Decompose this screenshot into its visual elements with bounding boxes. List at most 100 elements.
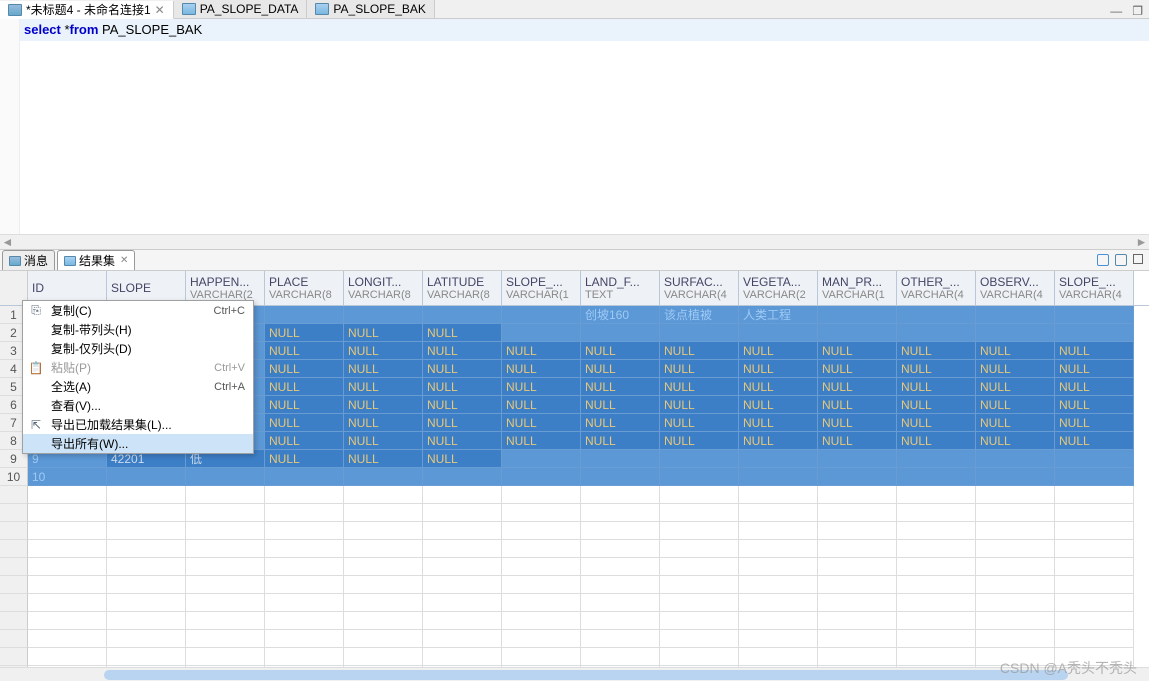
grid-cell[interactable]: NULL bbox=[265, 342, 344, 360]
column-header[interactable]: LAND_F...TEXT bbox=[581, 271, 660, 305]
grid-cell[interactable]: 10 bbox=[28, 468, 107, 486]
result-tab-resultset[interactable]: 结果集 ✕ bbox=[57, 250, 135, 270]
grid-cell[interactable] bbox=[502, 306, 581, 324]
grid-cell[interactable]: NULL bbox=[423, 360, 502, 378]
editor-tab-slope-data[interactable]: PA_SLOPE_DATA bbox=[174, 0, 308, 18]
table-row[interactable] bbox=[0, 504, 1149, 522]
column-header[interactable]: OBSERV...VARCHAR(4 bbox=[976, 271, 1055, 305]
column-header[interactable]: OTHER_...VARCHAR(4 bbox=[897, 271, 976, 305]
grid-cell[interactable]: NULL bbox=[739, 396, 818, 414]
minimize-icon[interactable]: — bbox=[1110, 4, 1122, 18]
grid-cell[interactable]: NULL bbox=[265, 432, 344, 450]
sql-line-1[interactable]: select *from PA_SLOPE_BAK bbox=[0, 19, 1149, 41]
grid-cell[interactable] bbox=[423, 306, 502, 324]
grid-cell[interactable]: NULL bbox=[423, 432, 502, 450]
scroll-left-icon[interactable]: ◄ bbox=[0, 236, 15, 249]
close-icon[interactable]: ✕ bbox=[120, 255, 128, 266]
editor-tab-slope-bak[interactable]: PA_SLOPE_BAK bbox=[307, 0, 435, 18]
grid-cell[interactable]: NULL bbox=[897, 378, 976, 396]
grid-cell[interactable]: NULL bbox=[660, 360, 739, 378]
grid-cell[interactable]: NULL bbox=[660, 342, 739, 360]
row-number[interactable] bbox=[0, 630, 28, 648]
grid-cell[interactable]: NULL bbox=[1055, 396, 1134, 414]
grid-cell[interactable]: NULL bbox=[502, 342, 581, 360]
menu-item-a[interactable]: 全选(A)Ctrl+A bbox=[23, 377, 253, 396]
grid-cell[interactable]: NULL bbox=[344, 396, 423, 414]
grid-cell[interactable]: NULL bbox=[897, 360, 976, 378]
grid-cell[interactable] bbox=[1055, 306, 1134, 324]
grid-cell[interactable]: NULL bbox=[581, 396, 660, 414]
grid-cell[interactable]: NULL bbox=[1055, 342, 1134, 360]
grid-cell[interactable] bbox=[660, 324, 739, 342]
grid-cell[interactable]: NULL bbox=[818, 432, 897, 450]
column-header[interactable]: LATITUDEVARCHAR(8 bbox=[423, 271, 502, 305]
editor-scrollbar-h[interactable]: ◄ ► bbox=[0, 234, 1149, 249]
table-row[interactable]: 1010 bbox=[0, 468, 1149, 486]
menu-item-d[interactable]: 复制-仅列头(D) bbox=[23, 339, 253, 358]
grid-cell[interactable]: NULL bbox=[344, 324, 423, 342]
swap-icon[interactable] bbox=[1097, 254, 1109, 266]
grid-cell[interactable]: NULL bbox=[818, 414, 897, 432]
grid-cell[interactable]: NULL bbox=[739, 432, 818, 450]
grid-cell[interactable] bbox=[818, 306, 897, 324]
result-tab-messages[interactable]: 消息 bbox=[2, 250, 55, 270]
grid-cell[interactable]: NULL bbox=[502, 378, 581, 396]
grid-cell[interactable] bbox=[897, 468, 976, 486]
grid-cell[interactable] bbox=[502, 324, 581, 342]
grid-cell[interactable]: 人类工程 bbox=[739, 306, 818, 324]
row-number[interactable] bbox=[0, 558, 28, 576]
grid-cell[interactable]: NULL bbox=[344, 450, 423, 468]
grid-cell[interactable] bbox=[818, 324, 897, 342]
grid-cell[interactable]: NULL bbox=[739, 414, 818, 432]
grid-cell[interactable]: NULL bbox=[660, 432, 739, 450]
table-row[interactable] bbox=[0, 630, 1149, 648]
grid-cell[interactable]: NULL bbox=[502, 360, 581, 378]
grid-cell[interactable] bbox=[976, 306, 1055, 324]
row-number[interactable] bbox=[0, 612, 28, 630]
grid-cell[interactable]: NULL bbox=[976, 396, 1055, 414]
grid-cell[interactable]: 创坡160 bbox=[581, 306, 660, 324]
grid-cell[interactable]: NULL bbox=[739, 342, 818, 360]
grid-cell[interactable]: NULL bbox=[1055, 360, 1134, 378]
grid-cell[interactable]: NULL bbox=[423, 378, 502, 396]
grid-cell[interactable]: NULL bbox=[502, 396, 581, 414]
grid-cell[interactable]: NULL bbox=[581, 360, 660, 378]
table-row[interactable] bbox=[0, 540, 1149, 558]
row-number[interactable] bbox=[0, 486, 28, 504]
grid-cell[interactable] bbox=[818, 468, 897, 486]
grid-cell[interactable]: NULL bbox=[265, 324, 344, 342]
pin-icon[interactable] bbox=[1115, 254, 1127, 266]
table-row[interactable] bbox=[0, 486, 1149, 504]
grid-cell[interactable]: NULL bbox=[423, 342, 502, 360]
sql-editor[interactable]: select *from PA_SLOPE_BAK ◄ ► bbox=[0, 19, 1149, 249]
column-header[interactable]: LONGIT...VARCHAR(8 bbox=[344, 271, 423, 305]
menu-item-v[interactable]: 查看(V)... bbox=[23, 396, 253, 415]
row-number[interactable] bbox=[0, 540, 28, 558]
grid-cell[interactable] bbox=[581, 324, 660, 342]
close-icon[interactable]: ✕ bbox=[155, 5, 165, 15]
grid-cell[interactable] bbox=[976, 324, 1055, 342]
grid-cell[interactable]: NULL bbox=[897, 396, 976, 414]
grid-cell[interactable]: NULL bbox=[423, 414, 502, 432]
grid-cell[interactable]: NULL bbox=[976, 414, 1055, 432]
grid-cell[interactable]: NULL bbox=[344, 342, 423, 360]
grid-cell[interactable]: NULL bbox=[739, 360, 818, 378]
maximize-icon[interactable]: ❐ bbox=[1132, 4, 1143, 18]
grid-cell[interactable]: NULL bbox=[581, 342, 660, 360]
grid-cell[interactable]: NULL bbox=[581, 414, 660, 432]
grid-cell[interactable]: NULL bbox=[423, 396, 502, 414]
grid-cell[interactable] bbox=[1055, 450, 1134, 468]
grid-cell[interactable]: NULL bbox=[502, 414, 581, 432]
grid-cell[interactable] bbox=[1055, 468, 1134, 486]
grid-cell[interactable]: NULL bbox=[581, 432, 660, 450]
grid-cell[interactable] bbox=[186, 468, 265, 486]
grid-cell[interactable] bbox=[265, 306, 344, 324]
grid-cell[interactable]: NULL bbox=[818, 396, 897, 414]
editor-tab-untitled[interactable]: *未标题4 - 未命名连接1 ✕ bbox=[0, 1, 174, 19]
column-header[interactable]: MAN_PR...VARCHAR(1 bbox=[818, 271, 897, 305]
grid-cell[interactable]: NULL bbox=[1055, 378, 1134, 396]
grid-cell[interactable] bbox=[502, 468, 581, 486]
menu-item-w[interactable]: 导出所有(W)... bbox=[23, 434, 253, 453]
grid-cell[interactable] bbox=[423, 468, 502, 486]
grid-cell[interactable]: NULL bbox=[818, 360, 897, 378]
